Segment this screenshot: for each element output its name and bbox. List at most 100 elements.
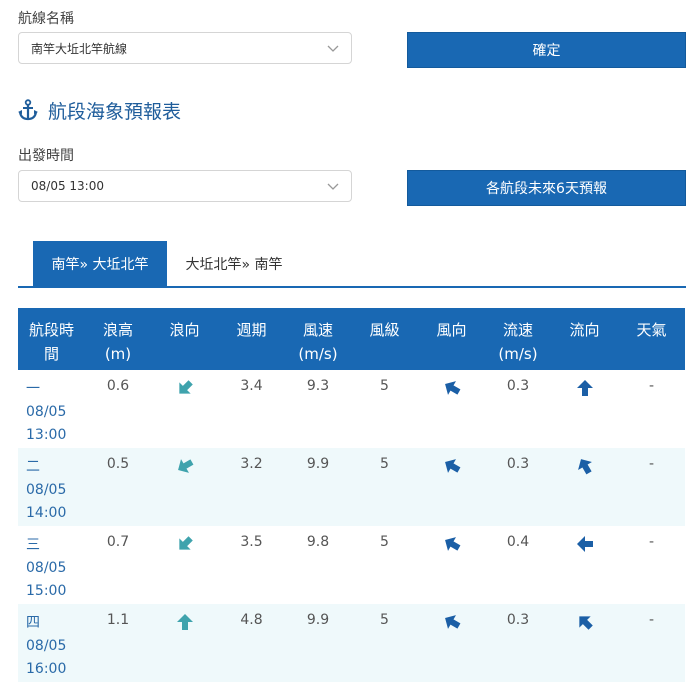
period-seg: 一: [26, 381, 40, 397]
cell-current-direction: [551, 370, 618, 448]
cell-wave-height: 0.5: [85, 448, 151, 526]
cell-period: 三 08/05 15:00: [18, 526, 85, 604]
cell-current-speed: 0.4: [506, 534, 530, 550]
header-label-line2: (m/s): [298, 345, 338, 363]
period-seg: 三: [26, 537, 40, 553]
cell-wave-direction: [151, 448, 218, 526]
route-label: 航線名稱: [18, 11, 74, 27]
header-wave-period: 週期: [218, 308, 285, 370]
cell-wave-direction: [151, 370, 218, 448]
current-direction-arrow-icon: [576, 380, 593, 396]
header-label: 流速: [502, 321, 533, 339]
cell-wave-height: 0.7: [106, 534, 130, 550]
cell-wave-direction: [151, 604, 218, 682]
header-label: 浪向: [169, 321, 200, 339]
table-row: 一 08/05 13:00 0.6 3.4 9.3 5 0.3 -: [18, 370, 685, 448]
cell-wind-direction: [418, 370, 485, 448]
header-label: 航段時: [28, 321, 74, 339]
cell-wind-level: 5: [380, 534, 389, 550]
cell-wave-period: 4.8: [218, 604, 285, 682]
cell-wave-height: 1.1: [85, 604, 151, 682]
header-wind-speed: 風速 (m/s): [285, 308, 351, 370]
cell-period: 四 08/05 16:00: [18, 604, 85, 682]
route-select[interactable]: 南竿大坵北竿航線: [18, 32, 352, 64]
cell-current-direction: [551, 604, 618, 682]
table-row: 二 08/05 14:00 0.5 3.2 9.9 5 0.3 -: [18, 448, 685, 526]
table-row: 四 08/05 16:00 1.1 4.8 9.9 5 0.3 -: [18, 604, 685, 682]
cell-wind-level: 5: [351, 604, 418, 682]
current-direction-arrow-icon: [578, 616, 593, 630]
cell-weather: -: [618, 604, 685, 682]
wave-direction-arrow-icon: [178, 536, 193, 550]
wind-direction-arrow-icon: [444, 615, 460, 629]
period-seg: 二: [26, 459, 40, 475]
cell-current-speed: 0.3: [485, 448, 551, 526]
cell-wind-speed: 9.9: [285, 604, 351, 682]
cell-wind-level: 5: [380, 378, 389, 394]
cell-period: 一 08/05 13:00: [18, 370, 85, 448]
wave-direction-arrow-icon: [178, 380, 193, 394]
route-select-value: 南竿大坵北竿航線: [31, 41, 128, 56]
cell-wind-direction: [418, 448, 485, 526]
header-label: 浪高: [102, 321, 133, 339]
cell-wave-period: 3.4: [240, 378, 263, 394]
period-seg: 四: [26, 615, 40, 631]
cell-wave-height: 0.6: [106, 378, 130, 394]
departure-label: 出發時間: [18, 148, 74, 164]
header-label: 天氣: [636, 321, 667, 339]
section-header: 航段海象預報表: [18, 96, 181, 124]
header-label: 風速: [302, 321, 333, 339]
header-label: 風級: [369, 321, 400, 339]
header-period: 航段時間: [18, 308, 85, 370]
confirm-button[interactable]: 確定: [407, 32, 686, 68]
wave-direction-arrow-icon: [176, 614, 193, 630]
header-wind-direction: 風向: [418, 308, 485, 370]
header-label-line2: 間: [43, 345, 59, 363]
header-weather: 天氣: [618, 308, 685, 370]
cell-wind-level: 5: [351, 448, 418, 526]
header-label: 週期: [236, 321, 267, 339]
table-header-row: 航段時間浪高 (m) 浪向 週期 風速 (m/s) 風級 風向 流速 (m/s) 流向 天氣: [18, 308, 685, 370]
period-date: 08/05: [26, 404, 67, 420]
period-date: 08/05: [26, 638, 67, 654]
wind-direction-arrow-icon: [444, 537, 460, 551]
anchor-icon: [18, 99, 38, 121]
cell-wind-direction: [418, 526, 485, 604]
period-date: 08/05: [26, 482, 67, 498]
table-row: 三 08/05 15:00 0.7 3.5 9.8 5 0.4 -: [18, 526, 685, 604]
header-current-direction: 流向: [551, 308, 618, 370]
six-day-forecast-button[interactable]: 各航段未來6天預報: [407, 170, 686, 206]
cell-wind-speed: 9.9: [285, 448, 351, 526]
wind-direction-arrow-icon: [444, 459, 460, 473]
current-direction-arrow-icon: [576, 536, 593, 552]
header-label: 流向: [569, 321, 600, 339]
cell-current-speed: 0.3: [506, 378, 530, 394]
current-direction-arrow-icon: [577, 459, 592, 475]
header-label: 風向: [436, 321, 467, 339]
cell-wave-direction: [151, 526, 218, 604]
period-time: 13:00: [26, 427, 67, 443]
chevron-down-icon: [327, 183, 339, 190]
tab-nangan-to-dakiu-beigan[interactable]: 南竿» 大坵北竿: [33, 241, 167, 287]
cell-period: 二 08/05 14:00: [18, 448, 85, 526]
wind-direction-arrow-icon: [444, 381, 460, 395]
departure-select[interactable]: 08/05 13:00: [18, 170, 352, 202]
period-time: 16:00: [26, 661, 67, 677]
cell-wave-period: 3.5: [240, 534, 263, 550]
cell-weather: -: [648, 378, 655, 394]
header-wave-direction: 浪向: [151, 308, 218, 370]
period-date: 08/05: [26, 560, 67, 576]
header-label-line2: (m): [104, 345, 132, 363]
cell-current-direction: [551, 448, 618, 526]
header-wave-height: 浪高 (m): [85, 308, 151, 370]
cell-wind-speed: 9.3: [306, 378, 330, 394]
header-wind-level: 風級: [351, 308, 418, 370]
cell-weather: -: [648, 534, 655, 550]
cell-current-direction: [551, 526, 618, 604]
chevron-down-icon: [327, 45, 339, 52]
header-label-line2: (m/s): [498, 345, 538, 363]
period-time: 15:00: [26, 583, 67, 599]
section-title: 航段海象預報表: [48, 100, 182, 123]
tab-dakiu-beigan-to-nangan[interactable]: 大坵北竿» 南竿: [167, 241, 301, 287]
forecast-table: 航段時間浪高 (m) 浪向 週期 風速 (m/s) 風級 風向 流速 (m/s) 流向 天氣 一 08/…: [18, 308, 685, 682]
